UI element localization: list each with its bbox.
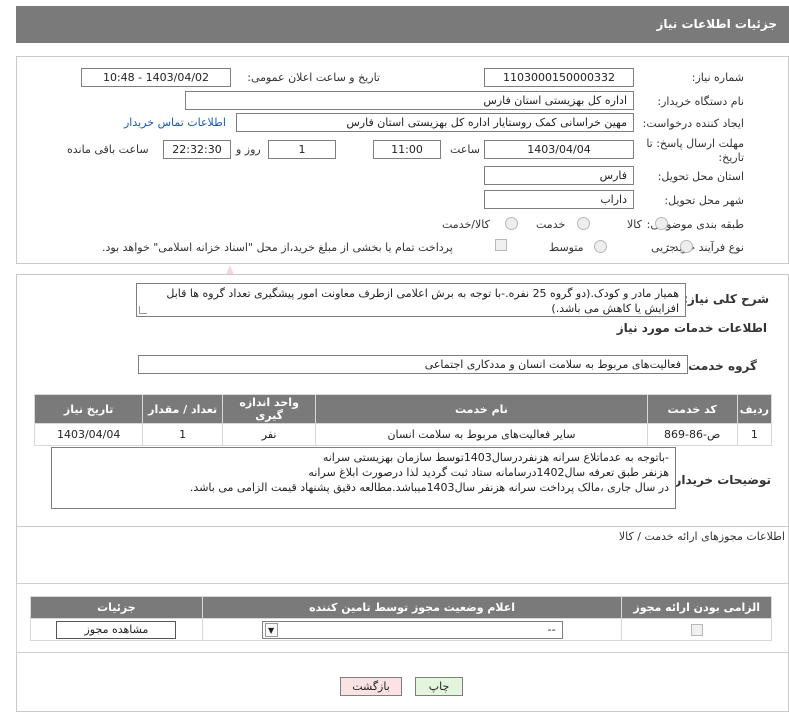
permit-required-checkbox — [690, 624, 703, 636]
category-goods-service-radio[interactable] — [505, 217, 518, 230]
announce-label: تاریخ و ساعت اعلان عمومی: — [247, 71, 380, 84]
table-row: -- ▼ مشاهده مجوز — [30, 618, 772, 641]
cell-index: 1 — [736, 423, 773, 446]
category-goods-service-label: کالا/خدمت — [442, 218, 490, 231]
deadline-date-field: 1403/04/04 — [484, 140, 634, 159]
city-label: شهر محل تحویل: — [664, 194, 744, 207]
page-header: جزئیات اطلاعات نیاز — [16, 6, 789, 43]
cell-quantity: 1 — [142, 423, 223, 446]
col-permit-required: الزامی بودن ارائه مجوز — [621, 596, 772, 619]
cell-unit: نفر — [221, 423, 317, 446]
category-service-label: خدمت — [536, 218, 566, 231]
category-goods-label: کالا — [627, 218, 642, 231]
permit-status-select[interactable]: -- ▼ — [261, 620, 563, 639]
purchase-medium-label: متوسط — [549, 241, 584, 254]
buyer-field: اداره کل بهزیستی استان فارس — [185, 91, 634, 110]
creator-field: مهین خراسانی کمک روستایار اداره کل بهزیس… — [236, 113, 634, 132]
city-field: داراب — [484, 190, 634, 209]
col-service-code: کد خدمت — [646, 394, 738, 424]
summary-label: شرح کلی نیاز: — [683, 292, 769, 306]
need-number-field: 1103000150000332 — [484, 68, 634, 87]
services-table: ردیف کد خدمت نام خدمت واحد اندازه گیری ت… — [33, 394, 773, 446]
deadline-label-2: تاریخ: — [718, 151, 744, 164]
purchase-minor-radio[interactable] — [680, 240, 693, 253]
cell-permit-status: -- ▼ — [201, 618, 623, 641]
col-service-name: نام خدمت — [315, 394, 648, 424]
treasury-text: پرداخت تمام یا بخشی از مبلغ خرید،از محل … — [102, 241, 453, 254]
deadline-label: مهلت ارسال پاسخ: تا — [646, 137, 744, 150]
category-goods-radio[interactable] — [655, 217, 668, 230]
print-button[interactable]: چاپ — [415, 677, 463, 696]
cell-permit-required — [621, 618, 772, 641]
cell-need-date: 1403/04/04 — [33, 423, 144, 446]
col-unit: واحد اندازه گیری — [221, 394, 317, 424]
cell-permit-details: مشاهده مجوز — [30, 618, 203, 641]
buyer-notes-line: در سال جاری ،مالک پرداخت سرانه هزنفر سال… — [189, 481, 669, 494]
contact-buyer-link[interactable]: اطلاعات تماس خریدار — [124, 116, 226, 129]
resize-handle[interactable] — [139, 306, 147, 314]
purchase-medium-radio[interactable] — [594, 240, 607, 253]
chevron-down-icon: ▼ — [264, 622, 278, 637]
table-row: 1 ص-86-869 سایر فعالیت‌های مربوط به سلام… — [33, 423, 773, 446]
back-button[interactable]: بازگشت — [340, 677, 402, 696]
days-label: روز و — [236, 143, 261, 156]
purchase-type-label: نوع فرآیند خرید : — [666, 241, 744, 254]
remaining-label: ساعت باقی مانده — [67, 143, 149, 156]
buyer-notes-line: هزنفر طبق تعرفه سال1402درسامانه ستاد ثبت… — [308, 466, 669, 479]
permits-section-title: اطلاعات مجوزهای ارائه خدمت / کالا — [618, 530, 785, 543]
info-panel — [16, 56, 789, 264]
col-permit-details: جزئیات — [30, 596, 203, 619]
service-group-field: فعالیت‌های مربوط به سلامت انسان و مددکار… — [138, 355, 688, 374]
creator-label: ایجاد کننده درخواست: — [642, 117, 744, 130]
days-field: 1 — [268, 140, 336, 159]
cell-service-name: سایر فعالیت‌های مربوط به سلامت انسان — [315, 423, 648, 446]
buyer-notes-textarea[interactable]: -باتوجه به عدماتلاع سرانه هزنفردرسال1403… — [51, 447, 676, 509]
services-section-title: اطلاعات خدمات مورد نیاز — [616, 321, 767, 335]
services-table-header: ردیف کد خدمت نام خدمت واحد اندازه گیری ت… — [33, 394, 773, 424]
buyer-label: نام دستگاه خریدار: — [657, 95, 744, 108]
remaining-time-field: 22:32:30 — [163, 140, 231, 159]
cell-service-code: ص-86-869 — [646, 423, 738, 446]
col-permit-status: اعلام وضعیت مجوز توسط تامین کننده — [201, 596, 623, 619]
announce-field: 1403/04/02 - 10:48 — [81, 68, 231, 87]
permits-table: الزامی بودن ارائه مجوز اعلام وضعیت مجوز … — [30, 596, 772, 641]
need-number-label: شماره نیاز: — [691, 71, 744, 84]
col-quantity: تعداد / مقدار — [142, 394, 223, 424]
deadline-time-label: ساعت — [450, 143, 480, 156]
purchase-minor-label: جزیی — [651, 241, 677, 254]
deadline-time-field: 11:00 — [373, 140, 441, 159]
page-title: جزئیات اطلاعات نیاز — [656, 17, 777, 31]
back-button-label: بازگشت — [352, 680, 390, 693]
view-permit-button-label: مشاهده مجوز — [84, 622, 149, 636]
view-permit-button[interactable]: مشاهده مجوز — [56, 620, 177, 639]
col-need-date: تاریخ نیاز — [33, 394, 144, 424]
buyer-notes-line: -باتوجه به عدماتلاع سرانه هزنفردرسال1403… — [322, 451, 669, 464]
permit-status-value: -- — [547, 622, 556, 636]
province-field: فارس — [484, 166, 634, 185]
province-label: استان محل تحویل: — [657, 170, 744, 183]
category-service-radio[interactable] — [577, 217, 590, 230]
col-index: ردیف — [736, 394, 773, 424]
summary-text: همیار مادر و کودک.(دو گروه 25 نفره.-با ت… — [166, 287, 679, 315]
permits-table-header: الزامی بودن ارائه مجوز اعلام وضعیت مجوز … — [30, 596, 772, 619]
permits-divider — [16, 526, 789, 527]
treasury-checkbox[interactable] — [495, 239, 507, 251]
buyer-notes-label: توضیحات خریدار: — [669, 473, 771, 487]
print-button-label: چاپ — [428, 680, 450, 693]
summary-textarea[interactable]: همیار مادر و کودک.(دو گروه 25 نفره.-با ت… — [136, 283, 686, 317]
service-group-label: گروه خدمت: — [683, 359, 757, 373]
